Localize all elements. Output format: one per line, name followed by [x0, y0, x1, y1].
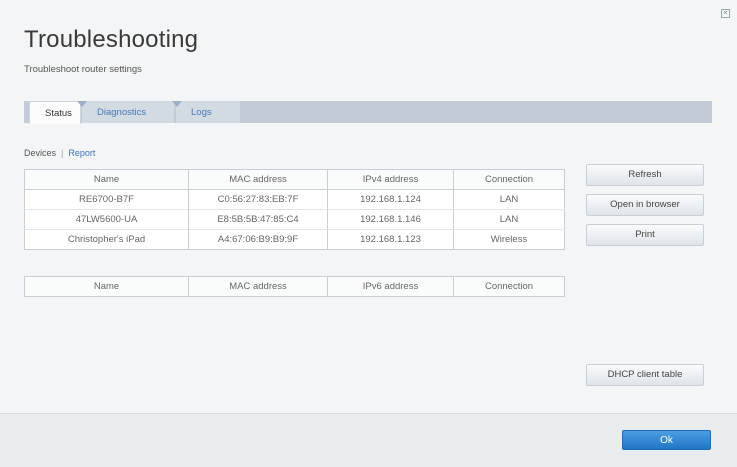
- subnav-report[interactable]: Report: [68, 148, 95, 158]
- refresh-button[interactable]: Refresh: [586, 164, 704, 186]
- column-header-connection[interactable]: Connection: [453, 276, 565, 297]
- column-header-connection[interactable]: Connection: [453, 169, 565, 190]
- dhcp-client-table-button[interactable]: DHCP client table: [586, 364, 704, 386]
- table-row[interactable]: Christopher's iPad A4:67:06:B9:B9:9F 192…: [24, 229, 565, 250]
- cell-connection: LAN: [453, 189, 565, 210]
- page-subtitle: Troubleshoot router settings: [24, 64, 142, 75]
- cell-connection: LAN: [453, 209, 565, 230]
- table-row[interactable]: RE6700-B7F C0:56:27:83:EB:7F 192.168.1.1…: [24, 189, 565, 210]
- column-header-mac[interactable]: MAC address: [188, 276, 328, 297]
- ipv6-device-table: Name MAC address IPv6 address Connection: [24, 276, 565, 297]
- cell-name: RE6700-B7F: [24, 189, 189, 210]
- page-title: Troubleshooting: [24, 26, 199, 53]
- cell-connection: Wireless: [453, 229, 565, 250]
- cell-mac: E8:5B:5B:47:85:C4: [188, 209, 328, 230]
- troubleshooting-dialog: × Troubleshooting Troubleshoot router se…: [0, 0, 737, 467]
- print-button[interactable]: Print: [586, 224, 704, 246]
- open-in-browser-button[interactable]: Open in browser: [586, 194, 704, 216]
- column-header-ipv4[interactable]: IPv4 address: [327, 169, 454, 190]
- column-header-mac[interactable]: MAC address: [188, 169, 328, 190]
- cell-ipv4: 192.168.1.123: [327, 229, 454, 250]
- tab-logs[interactable]: Logs: [176, 101, 240, 123]
- table-header-row: Name MAC address IPv4 address Connection: [24, 169, 565, 190]
- ok-button[interactable]: Ok: [622, 430, 711, 450]
- tab-bar: Status Diagnostics Logs: [24, 101, 712, 124]
- subnav-separator: |: [61, 148, 64, 158]
- tab-diagnostics[interactable]: Diagnostics: [82, 101, 174, 123]
- subnav-devices[interactable]: Devices: [24, 148, 56, 158]
- column-header-name[interactable]: Name: [24, 169, 189, 190]
- tab-divider-icon: [172, 101, 182, 107]
- cell-name: Christopher's iPad: [24, 229, 189, 250]
- tab-status[interactable]: Status: [29, 101, 81, 124]
- column-header-name[interactable]: Name: [24, 276, 189, 297]
- close-icon[interactable]: ×: [721, 9, 730, 18]
- table-row[interactable]: 47LW5600-UA E8:5B:5B:47:85:C4 192.168.1.…: [24, 209, 565, 230]
- cell-ipv4: 192.168.1.146: [327, 209, 454, 230]
- subnav: Devices | Report: [24, 148, 95, 158]
- table-header-row: Name MAC address IPv6 address Connection: [24, 276, 565, 297]
- cell-mac: A4:67:06:B9:B9:9F: [188, 229, 328, 250]
- tab-divider-icon: [77, 101, 87, 107]
- cell-name: 47LW5600-UA: [24, 209, 189, 230]
- ipv4-device-table: Name MAC address IPv4 address Connection…: [24, 169, 565, 250]
- cell-mac: C0:56:27:83:EB:7F: [188, 189, 328, 210]
- cell-ipv4: 192.168.1.124: [327, 189, 454, 210]
- column-header-ipv6[interactable]: IPv6 address: [327, 276, 454, 297]
